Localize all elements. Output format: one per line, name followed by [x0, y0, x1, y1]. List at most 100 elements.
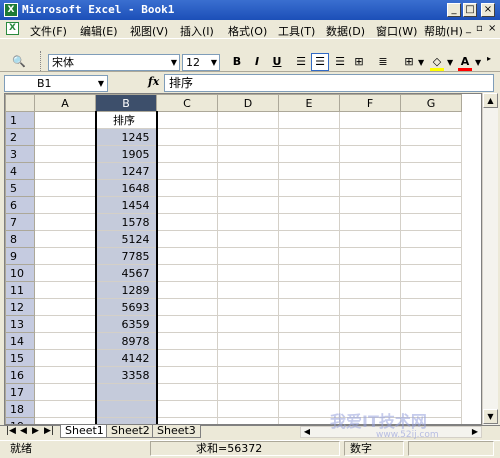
align-left-icon[interactable]: ☰ [292, 53, 310, 71]
cell-b[interactable]: 1247 [94, 162, 158, 180]
name-box[interactable]: B1 ▼ [4, 75, 108, 92]
merge-center-icon[interactable]: ⊞ [350, 53, 368, 71]
cell-d[interactable] [217, 179, 279, 197]
cell-f[interactable] [339, 298, 401, 316]
cell-f[interactable] [339, 128, 401, 146]
cell-a[interactable] [34, 315, 96, 333]
cell-f[interactable] [339, 213, 401, 231]
cell-e[interactable] [278, 247, 340, 265]
cell-d[interactable] [217, 230, 279, 248]
worksheet-grid[interactable]: ABCDEFG 1 排序 2 1245 3 1905 4 1247 5 1648 6 1454 7 157… [4, 93, 482, 425]
cell-c[interactable] [156, 213, 218, 231]
cell-a[interactable] [34, 162, 96, 180]
tab-sheet2[interactable]: Sheet2 [106, 425, 155, 438]
cell-d[interactable] [217, 366, 279, 384]
first-sheet-icon[interactable]: |◀ [6, 426, 16, 436]
cell-g[interactable] [400, 162, 462, 180]
cell-e[interactable] [278, 332, 340, 350]
cell-b[interactable]: 排序 [94, 111, 158, 129]
cell-f[interactable] [339, 145, 401, 163]
cell-a[interactable] [34, 281, 96, 299]
cell-d[interactable] [217, 196, 279, 214]
row-header[interactable]: 2 [5, 128, 35, 146]
row-header[interactable]: 9 [5, 247, 35, 265]
cell-a[interactable] [34, 196, 96, 214]
cell-e[interactable] [278, 111, 340, 129]
cell-c[interactable] [156, 298, 218, 316]
tab-sheet3[interactable]: Sheet3 [152, 425, 201, 438]
cell-g[interactable] [400, 179, 462, 197]
cell-g[interactable] [400, 111, 462, 129]
cell-c[interactable] [156, 128, 218, 146]
cell-a[interactable] [34, 383, 96, 401]
workbook-icon[interactable]: X [6, 22, 19, 35]
cell-c[interactable] [156, 162, 218, 180]
restore-window-button[interactable]: □ [463, 3, 477, 17]
cell-c[interactable] [156, 332, 218, 350]
cell-g[interactable] [400, 230, 462, 248]
scroll-up-icon[interactable]: ▲ [483, 93, 498, 108]
row-header[interactable]: 3 [5, 145, 35, 163]
cell-g[interactable] [400, 264, 462, 282]
row-header[interactable]: 17 [5, 383, 35, 401]
cell-a[interactable] [34, 230, 96, 248]
cell-c[interactable] [156, 366, 218, 384]
cell-a[interactable] [34, 349, 96, 367]
cell-b[interactable]: 3358 [94, 366, 158, 384]
cell-e[interactable] [278, 349, 340, 367]
cell-g[interactable] [400, 315, 462, 333]
cell-f[interactable] [339, 349, 401, 367]
column-header-c[interactable]: C [156, 94, 218, 112]
cell-b[interactable]: 7785 [94, 247, 158, 265]
cell-f[interactable] [339, 366, 401, 384]
chevron-down-icon[interactable]: ▼ [475, 58, 481, 67]
cell-d[interactable] [217, 128, 279, 146]
cell-c[interactable] [156, 349, 218, 367]
cell-a[interactable] [34, 179, 96, 197]
cell-f[interactable] [339, 230, 401, 248]
select-all-corner[interactable] [5, 94, 35, 112]
cell-b[interactable]: 1245 [94, 128, 158, 146]
cell-g[interactable] [400, 128, 462, 146]
row-header[interactable]: 7 [5, 213, 35, 231]
minimize-window-button[interactable]: _ [447, 3, 461, 17]
cell-b[interactable] [94, 400, 158, 418]
cell-a[interactable] [34, 366, 96, 384]
cell-d[interactable] [217, 111, 279, 129]
row-header[interactable]: 18 [5, 400, 35, 418]
cell-d[interactable] [217, 315, 279, 333]
close-window-button[interactable]: × [481, 3, 495, 17]
cell-e[interactable] [278, 366, 340, 384]
scroll-left-icon[interactable]: ◀ [301, 427, 313, 437]
align-right-icon[interactable]: ☰ [331, 53, 349, 71]
cell-b[interactable]: 5124 [94, 230, 158, 248]
cell-e[interactable] [278, 179, 340, 197]
column-header-d[interactable]: D [217, 94, 279, 112]
mdi-close-button[interactable]: × [488, 23, 496, 34]
cell-g[interactable] [400, 349, 462, 367]
cell-d[interactable] [217, 349, 279, 367]
cell-d[interactable] [217, 213, 279, 231]
cell-b[interactable] [94, 383, 158, 401]
cell-f[interactable] [339, 111, 401, 129]
cell-g[interactable] [400, 366, 462, 384]
cell-b[interactable]: 1648 [94, 179, 158, 197]
cell-g[interactable] [400, 298, 462, 316]
chevron-down-icon[interactable]: ▼ [98, 76, 104, 91]
scroll-right-icon[interactable]: ▶ [469, 427, 481, 437]
borders-icon[interactable]: ⊞ [400, 53, 418, 71]
cell-f[interactable] [339, 179, 401, 197]
cell-c[interactable] [156, 264, 218, 282]
mdi-restore-button[interactable]: ▫ [476, 23, 483, 34]
menu-data[interactable]: 数据(D) [326, 23, 365, 39]
cell-c[interactable] [156, 281, 218, 299]
row-header[interactable]: 15 [5, 349, 35, 367]
row-header[interactable]: 8 [5, 230, 35, 248]
cell-c[interactable] [156, 179, 218, 197]
vertical-scrollbar[interactable]: ▲ ▼ [482, 93, 498, 425]
menu-help[interactable]: 帮助(H) [424, 23, 463, 39]
cell-d[interactable] [217, 417, 279, 424]
cell-g[interactable] [400, 196, 462, 214]
cell-e[interactable] [278, 264, 340, 282]
menu-tools[interactable]: 工具(T) [278, 23, 315, 39]
